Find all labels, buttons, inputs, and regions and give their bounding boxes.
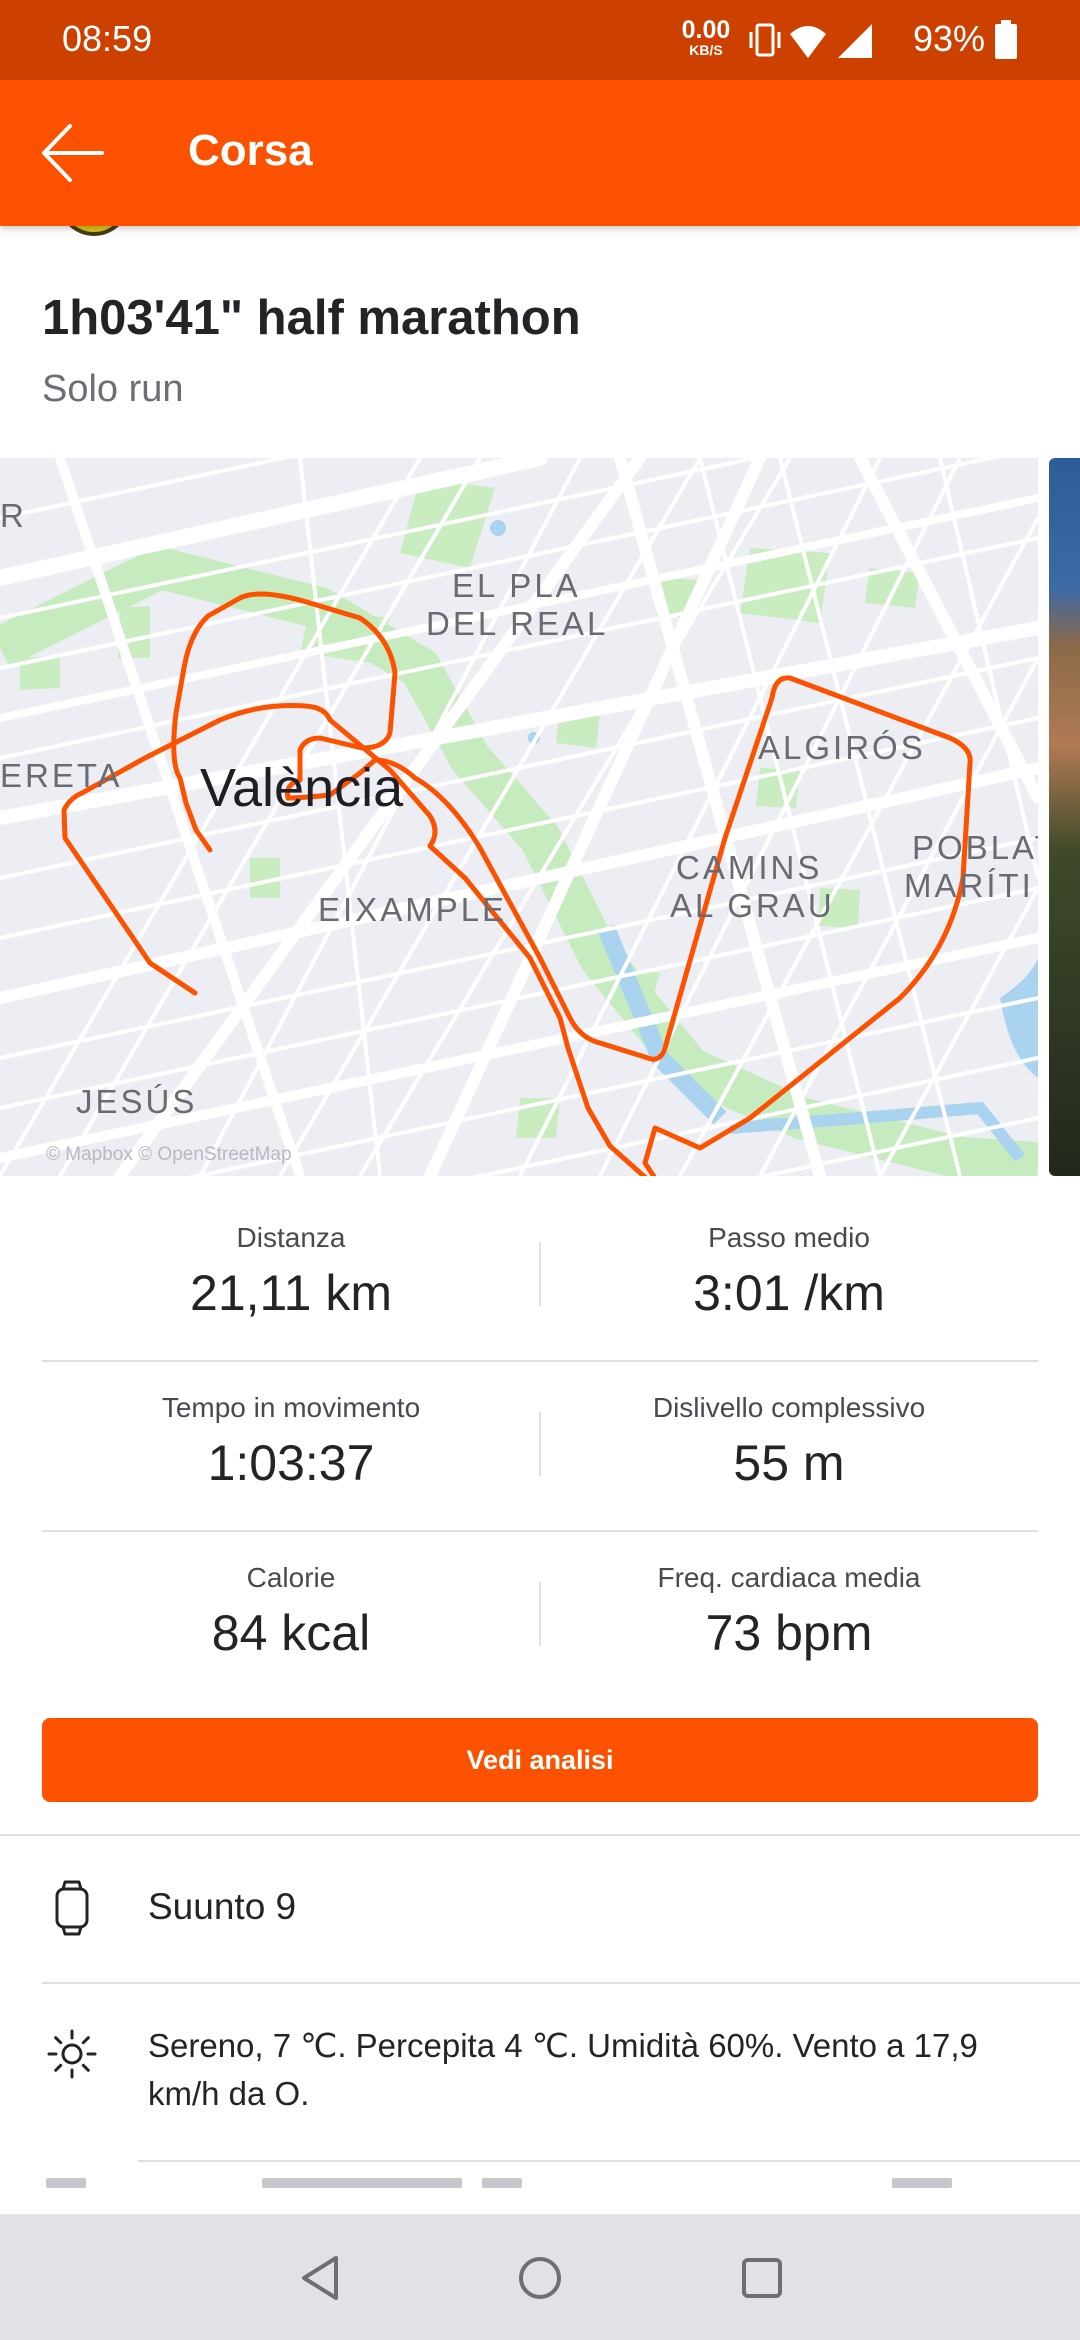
status-icons bbox=[749, 23, 872, 58]
map-label-algiros: ALGIRÓS bbox=[758, 729, 926, 766]
triangle-back-icon[interactable] bbox=[292, 2250, 348, 2306]
stats-row: Tempo in movimento 1:03:37 Dislivello co… bbox=[42, 1362, 1038, 1532]
activity-title: 1h03'41" half marathon bbox=[42, 291, 581, 345]
clipped-text bbox=[46, 2178, 86, 2188]
device-row[interactable]: Suunto 9 bbox=[0, 1836, 1080, 1982]
map-label-eixample: EIXAMPLE bbox=[318, 891, 508, 928]
clipped-text bbox=[482, 2178, 522, 2188]
map-label-del-real: DEL REAL bbox=[426, 605, 609, 642]
network-speed-value: 0.00 bbox=[681, 16, 731, 44]
stats-row: Calorie 84 kcal Freq. cardiaca media 73 … bbox=[42, 1532, 1038, 1702]
stat-heart-rate: Freq. cardiaca media 73 bpm bbox=[540, 1562, 1038, 1662]
stat-value: 55 m bbox=[733, 1435, 845, 1491]
weather-summary: Sereno, 7 ℃. Percepita 4 ℃. Umidità 60%.… bbox=[148, 2027, 978, 2112]
map-attribution[interactable]: © Mapbox © OpenStreetMap bbox=[46, 1144, 292, 1166]
weather-row: Sereno, 7 ℃. Percepita 4 ℃. Umidità 60%.… bbox=[0, 1984, 1080, 2160]
sun-icon bbox=[47, 2029, 97, 2079]
stat-pace: Passo medio 3:01 /km bbox=[540, 1222, 1038, 1322]
system-nav-bar bbox=[0, 2214, 1080, 2340]
stat-value: 73 bpm bbox=[705, 1605, 873, 1661]
stat-label: Tempo in movimento bbox=[161, 1392, 421, 1423]
stat-value: 84 kcal bbox=[211, 1605, 371, 1661]
stat-calories: Calorie 84 kcal bbox=[42, 1562, 540, 1662]
battery-icon bbox=[995, 20, 1017, 59]
view-analysis-button[interactable]: Vedi analisi bbox=[42, 1718, 1038, 1802]
circle-home-icon[interactable] bbox=[512, 2250, 568, 2306]
stat-label: Calorie bbox=[246, 1562, 336, 1593]
clipped-text bbox=[892, 2178, 952, 2188]
vibrate-icon bbox=[749, 23, 781, 57]
stat-label: Freq. cardiaca media bbox=[657, 1562, 921, 1593]
stat-value: 1:03:37 bbox=[207, 1435, 375, 1491]
page-title: Corsa bbox=[188, 126, 313, 175]
map-label-r: R bbox=[0, 497, 27, 534]
arrow-left-icon[interactable] bbox=[36, 120, 110, 186]
app-bar: Corsa bbox=[0, 80, 1080, 226]
network-speed: 0.00 KB/S bbox=[680, 16, 732, 58]
activity-subtitle: Solo run bbox=[42, 368, 184, 410]
stats-grid: Distanza 21,11 km Passo medio 3:01 /km T… bbox=[42, 1192, 1038, 1702]
stat-value: 21,11 km bbox=[190, 1265, 392, 1321]
device-name: Suunto 9 bbox=[148, 1886, 297, 1927]
stats-row: Distanza 21,11 km Passo medio 3:01 /km bbox=[42, 1192, 1038, 1362]
stat-label: Distanza bbox=[236, 1222, 346, 1253]
route-map[interactable]: EL PLA DEL REAL ALGIRÓS ERETA R CAMINS A… bbox=[0, 458, 1038, 1176]
stat-distance: Distanza 21,11 km bbox=[42, 1222, 540, 1322]
status-time: 08:59 bbox=[62, 18, 153, 59]
stat-label: Dislivello complessivo bbox=[652, 1392, 926, 1423]
battery-percent: 93% bbox=[913, 18, 986, 59]
divider bbox=[138, 2160, 1080, 2162]
wifi-icon bbox=[790, 26, 826, 58]
network-speed-unit: KB/S bbox=[689, 42, 723, 58]
square-recents-icon[interactable] bbox=[734, 2250, 790, 2306]
map-label-al-grau: AL GRAU bbox=[670, 887, 835, 924]
map-label-el-pla: EL PLA bbox=[452, 567, 581, 604]
status-bar: 08:59 0.00 KB/S 93% bbox=[0, 0, 1080, 80]
activity-photo-thumbnail[interactable] bbox=[1049, 458, 1080, 1176]
clipped-text bbox=[262, 2178, 462, 2188]
map-label-jesus: JESÚS bbox=[76, 1083, 198, 1120]
stat-moving-time: Tempo in movimento 1:03:37 bbox=[42, 1392, 540, 1492]
signal-icon bbox=[838, 24, 872, 58]
map-label-poblat: POBLAT bbox=[912, 829, 1038, 866]
map-label-ereta: ERETA bbox=[0, 757, 123, 794]
stat-elevation: Dislivello complessivo 55 m bbox=[540, 1392, 1038, 1492]
map-label-maritim: MARÍTI bbox=[904, 867, 1034, 904]
stat-label: Passo medio bbox=[708, 1222, 870, 1253]
map-label-city: València bbox=[200, 758, 404, 818]
smartwatch-icon bbox=[55, 1880, 89, 1936]
clipped-row bbox=[42, 2168, 1038, 2208]
stat-value: 3:01 /km bbox=[693, 1265, 885, 1321]
map-label-camins: CAMINS bbox=[676, 849, 823, 886]
